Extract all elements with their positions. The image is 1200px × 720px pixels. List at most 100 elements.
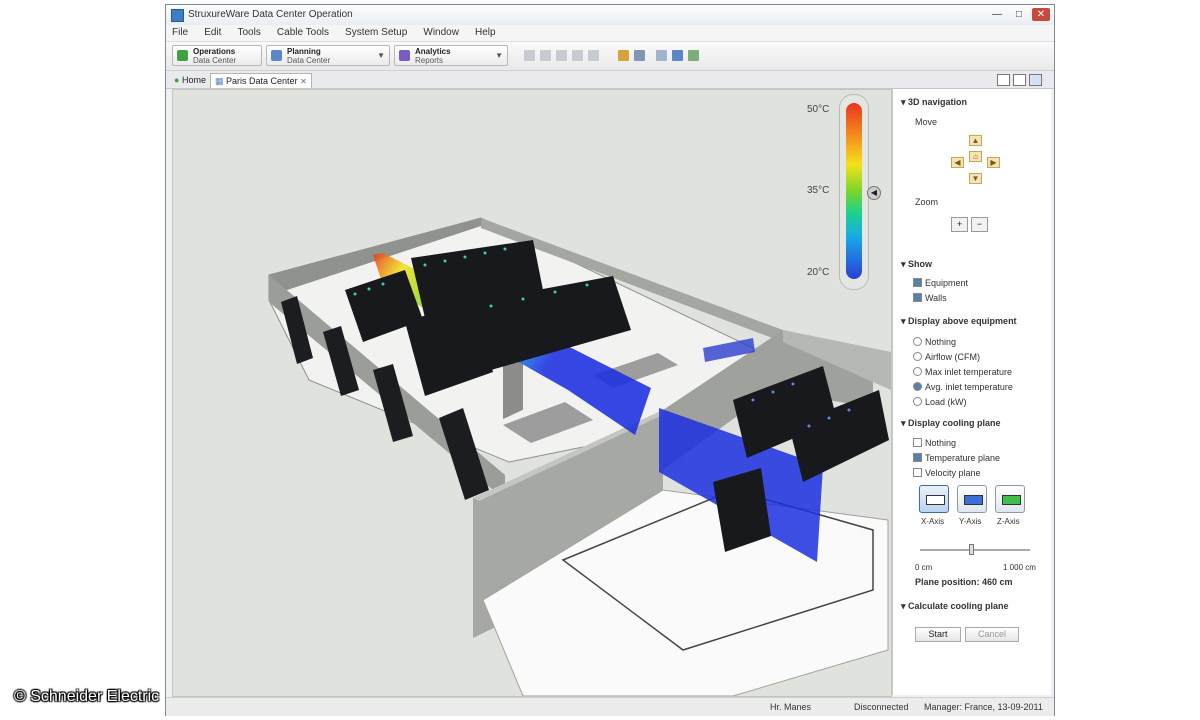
zoom-label: Zoom bbox=[915, 197, 939, 207]
tab-paris-label: Paris Data Center bbox=[226, 76, 298, 86]
move-label: Move bbox=[915, 117, 938, 127]
display-max-inlet-label: Max inlet temperature bbox=[925, 367, 1013, 377]
move-left-icon[interactable]: ◀ bbox=[951, 157, 964, 168]
plane-position-label: Plane position: 460 cm bbox=[915, 577, 1013, 587]
rack-icon[interactable] bbox=[618, 50, 629, 61]
move-up-icon[interactable]: ▲ bbox=[969, 135, 982, 146]
move-down-icon[interactable]: ▼ bbox=[969, 173, 982, 184]
group-icon[interactable] bbox=[556, 50, 567, 61]
radio-mark bbox=[913, 382, 922, 391]
legend-max-label: 50°C bbox=[807, 104, 830, 115]
menu-edit[interactable]: Edit bbox=[204, 27, 221, 38]
display-max-inlet-radio[interactable]: Max inlet temperature bbox=[913, 367, 1012, 377]
display-nothing-radio[interactable]: Nothing bbox=[913, 337, 956, 347]
radio-mark bbox=[913, 397, 922, 406]
menu-help[interactable]: Help bbox=[475, 27, 496, 38]
plane-velocity-label: Velocity plane bbox=[925, 468, 981, 478]
maximize-button[interactable]: □ bbox=[1010, 8, 1028, 21]
display-avg-inlet-radio[interactable]: Avg. inlet temperature bbox=[913, 382, 1013, 392]
x-axis-label: X-Axis bbox=[921, 517, 945, 526]
section-cooling-plane[interactable]: ▾ Display cooling plane bbox=[901, 418, 1001, 429]
copyright-watermark: © Schneider Electric bbox=[14, 688, 160, 705]
plane-position-slider-thumb[interactable] bbox=[968, 544, 974, 555]
radio-mark bbox=[913, 352, 922, 361]
section-display-above[interactable]: ▾ Display above equipment bbox=[901, 316, 1017, 327]
plane-position-slider[interactable] bbox=[920, 549, 1030, 551]
radio-mark bbox=[913, 337, 922, 346]
minimize-view-icon[interactable] bbox=[1013, 74, 1026, 86]
x-axis-plane-icon bbox=[926, 495, 945, 505]
rotate-icon[interactable] bbox=[572, 50, 583, 61]
start-button[interactable]: Start bbox=[915, 627, 961, 642]
analytics-sublabel: Reports bbox=[415, 56, 444, 65]
close-button[interactable]: ✕ bbox=[1032, 8, 1050, 21]
measure-icon[interactable] bbox=[588, 50, 599, 61]
x-axis-plane-button[interactable] bbox=[919, 485, 949, 513]
floorplan-icon: ▦ bbox=[215, 76, 224, 86]
display-nothing-label: Nothing bbox=[925, 337, 957, 347]
tab-close-icon[interactable]: ✕ bbox=[300, 77, 307, 86]
move-home-icon[interactable]: ⌂ bbox=[969, 151, 982, 162]
tab-paris-data-center[interactable]: ▦ Paris Data Center ✕ bbox=[210, 73, 312, 88]
tab-home[interactable]: ● Home bbox=[170, 73, 210, 87]
display-airflow-radio[interactable]: Airflow (CFM) bbox=[913, 352, 980, 362]
menu-cable-tools[interactable]: Cable Tools bbox=[277, 27, 329, 38]
slider-min-label: 0 cm bbox=[915, 563, 933, 572]
3d-viewport[interactable]: 50°C 35°C 20°C ◀ bbox=[172, 89, 892, 697]
planning-button[interactable]: Planning Data Center ▼ bbox=[266, 45, 390, 66]
distribute-icon[interactable] bbox=[540, 50, 551, 61]
report-icon[interactable] bbox=[672, 50, 683, 61]
minimize-button[interactable]: — bbox=[988, 8, 1006, 21]
show-equipment-label: Equipment bbox=[925, 278, 969, 288]
home-icon: ● bbox=[174, 75, 180, 85]
chevron-down-icon: ▼ bbox=[377, 51, 385, 60]
z-axis-plane-button[interactable] bbox=[995, 485, 1025, 513]
display-load-radio[interactable]: Load (kW) bbox=[913, 397, 967, 407]
y-axis-plane-button[interactable] bbox=[957, 485, 987, 513]
plane-velocity-checkbox[interactable]: Velocity plane bbox=[913, 468, 981, 478]
menu-tools[interactable]: Tools bbox=[237, 27, 260, 38]
menu-system-setup[interactable]: System Setup bbox=[345, 27, 407, 38]
operations-button[interactable]: Operations Data Center bbox=[172, 45, 262, 66]
analytics-button[interactable]: Analytics Reports ▼ bbox=[394, 45, 508, 66]
menu-window[interactable]: Window bbox=[423, 27, 459, 38]
cancel-button[interactable]: Cancel bbox=[965, 627, 1019, 642]
planning-sublabel: Data Center bbox=[287, 56, 331, 65]
temperature-color-bar bbox=[846, 103, 862, 279]
checkbox-mark bbox=[913, 438, 922, 447]
section-3d-navigation-title: 3D navigation bbox=[908, 97, 968, 107]
maximize-view-icon[interactable] bbox=[1029, 74, 1042, 86]
display-airflow-label: Airflow (CFM) bbox=[925, 352, 980, 362]
section-display-above-title: Display above equipment bbox=[908, 316, 1017, 326]
plane-nothing-checkbox[interactable]: Nothing bbox=[913, 438, 956, 448]
tab-home-label: Home bbox=[181, 75, 206, 85]
section-calculate[interactable]: ▾ Calculate cooling plane bbox=[901, 601, 1009, 612]
data-center-3d-scene[interactable] bbox=[173, 90, 891, 696]
cable-icon[interactable] bbox=[634, 50, 645, 61]
section-show[interactable]: ▾ Show bbox=[901, 259, 932, 270]
show-walls-checkbox[interactable]: Walls bbox=[913, 293, 947, 303]
analytics-icon bbox=[399, 50, 410, 61]
plane-temperature-checkbox[interactable]: Temperature plane bbox=[913, 453, 1000, 463]
section-show-title: Show bbox=[908, 259, 933, 269]
move-right-icon[interactable]: ▶ bbox=[987, 157, 1000, 168]
toolbar: Operations Data Center Planning Data Cen… bbox=[166, 42, 1054, 71]
menu-file[interactable]: File bbox=[172, 27, 188, 38]
section-calculate-title: Calculate cooling plane bbox=[908, 601, 1009, 611]
section-3d-navigation[interactable]: ▾ 3D navigation bbox=[901, 97, 967, 108]
checkbox-mark bbox=[913, 468, 922, 477]
show-equipment-checkbox[interactable]: Equipment bbox=[913, 278, 968, 288]
zoom-in-icon[interactable]: + bbox=[951, 217, 968, 232]
display-avg-inlet-label: Avg. inlet temperature bbox=[925, 382, 1013, 392]
align-icon[interactable] bbox=[524, 50, 535, 61]
checkbox-mark bbox=[913, 278, 922, 287]
legend-min-label: 20°C bbox=[807, 267, 830, 278]
checkbox-mark bbox=[913, 293, 922, 302]
legend-handle-icon[interactable]: ◀ bbox=[867, 186, 881, 200]
operations-label: Operations bbox=[193, 47, 236, 56]
export-icon[interactable] bbox=[688, 50, 699, 61]
network-icon[interactable] bbox=[656, 50, 667, 61]
zoom-out-icon[interactable]: − bbox=[971, 217, 988, 232]
window-title: StruxureWare Data Center Operation bbox=[188, 9, 353, 20]
layout-icon[interactable] bbox=[997, 74, 1010, 86]
